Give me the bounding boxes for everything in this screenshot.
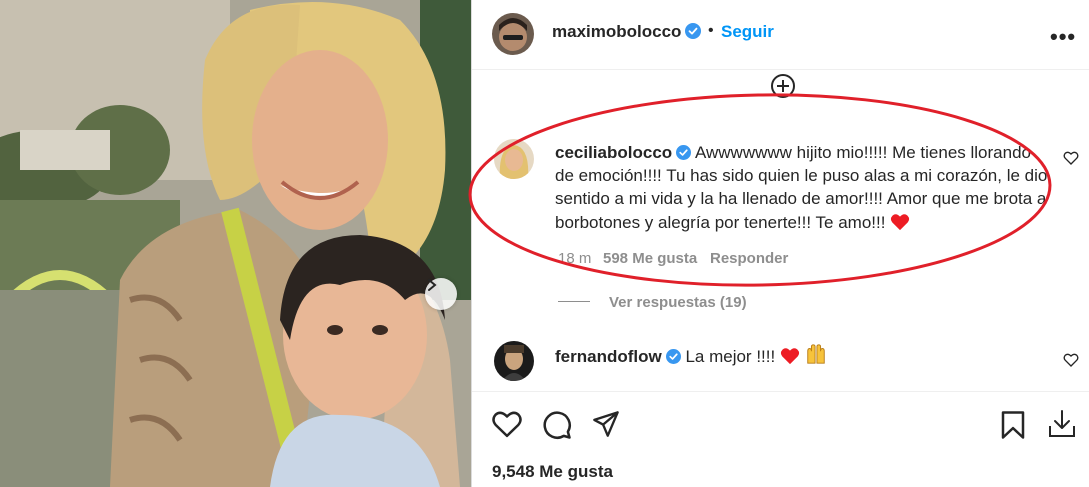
comment-username[interactable]: ceciliabolocco bbox=[555, 143, 672, 162]
post-actions-bar: 9,548 Me gusta bbox=[472, 391, 1089, 487]
bookmark-icon[interactable] bbox=[1000, 410, 1026, 440]
post-header: maximobolocco • Seguir ••• bbox=[472, 0, 1089, 70]
post-likes-count[interactable]: 9,548 Me gusta bbox=[492, 462, 613, 482]
download-icon[interactable] bbox=[1046, 408, 1078, 440]
avatar-image bbox=[492, 13, 534, 55]
comment-avatar[interactable] bbox=[494, 139, 534, 179]
comment-avatar[interactable] bbox=[494, 341, 534, 381]
raising-hands-emoji-icon bbox=[806, 344, 825, 364]
comment-timestamp: 18 m bbox=[558, 250, 592, 267]
comment-text: La mejor !!!! bbox=[685, 347, 776, 366]
comment-likes[interactable]: 598 Me gusta bbox=[603, 250, 697, 267]
replies-line bbox=[558, 301, 590, 302]
carousel-next-button[interactable] bbox=[425, 278, 457, 310]
comment-like-icon[interactable] bbox=[1063, 352, 1079, 368]
avatar-image bbox=[494, 341, 534, 381]
comment-body: fernandoflow La mejor !!!! bbox=[555, 343, 827, 368]
red-heart-emoji-icon bbox=[891, 213, 910, 230]
comment-body: ceciliabolocco Awwwwwww hijito mio!!!!! … bbox=[555, 141, 1050, 234]
comment-like-icon[interactable] bbox=[1063, 150, 1079, 166]
verified-badge-icon bbox=[665, 349, 681, 364]
red-heart-emoji-icon bbox=[780, 348, 800, 365]
load-more-icon[interactable] bbox=[770, 73, 796, 99]
follow-button[interactable]: Seguir bbox=[721, 22, 774, 42]
post-photo bbox=[0, 0, 471, 487]
post-image bbox=[0, 0, 471, 487]
avatar-image bbox=[494, 139, 534, 179]
heart-outline-icon[interactable] bbox=[492, 410, 522, 438]
verified-badge-icon bbox=[685, 23, 702, 39]
chevron-right-icon bbox=[428, 279, 437, 291]
more-options-icon[interactable]: ••• bbox=[1050, 24, 1076, 50]
view-replies-button[interactable]: Ver respuestas (19) bbox=[609, 294, 747, 311]
paper-plane-icon[interactable] bbox=[592, 410, 620, 438]
comment-username[interactable]: fernandoflow bbox=[555, 347, 662, 366]
verified-badge-icon bbox=[676, 145, 692, 160]
header-separator: • bbox=[708, 22, 714, 39]
reply-button[interactable]: Responder bbox=[710, 250, 788, 267]
author-avatar[interactable] bbox=[492, 13, 534, 55]
speech-bubble-icon[interactable] bbox=[542, 410, 572, 440]
author-username[interactable]: maximobolocco bbox=[552, 22, 702, 42]
